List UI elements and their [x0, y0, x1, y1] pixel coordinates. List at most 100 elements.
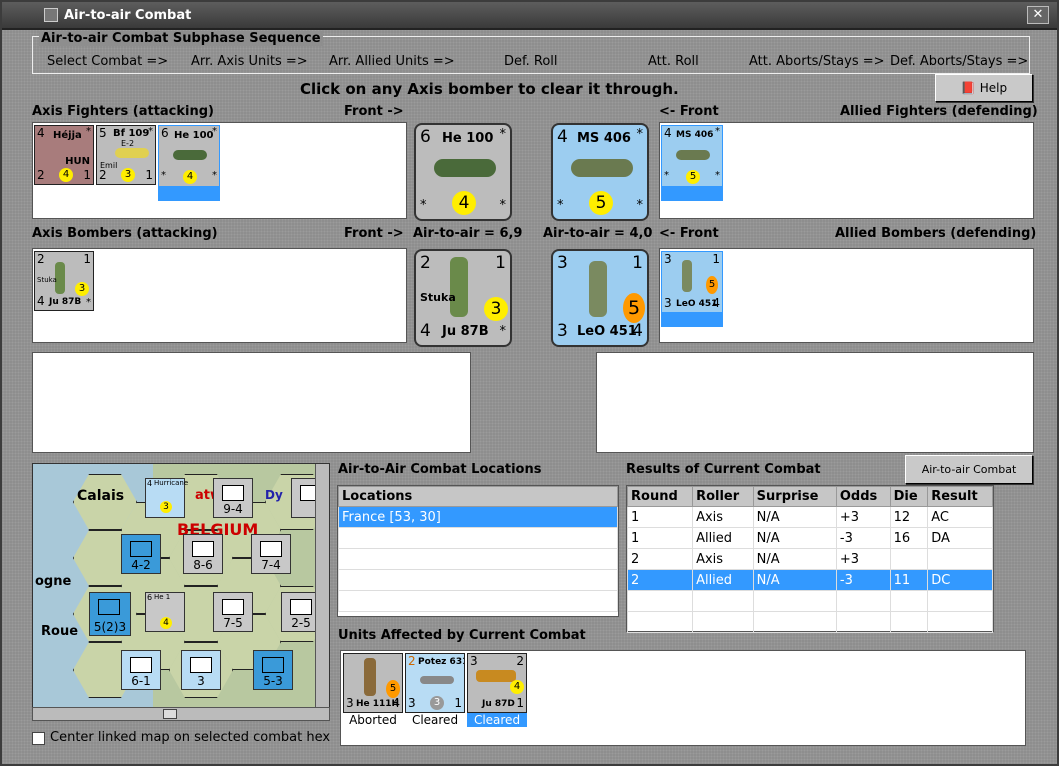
cell: 1	[626, 527, 694, 549]
counter-die: 4	[160, 617, 172, 629]
counter-tl: 2	[420, 253, 431, 273]
counter-bl: 3	[408, 696, 416, 710]
step-arr-axis: Arr. Axis Units =>	[191, 54, 308, 69]
counter-name: LeO 451	[577, 324, 637, 339]
counter-br: *	[636, 198, 644, 213]
unit-symbol	[190, 657, 212, 673]
counter-die: 5	[706, 276, 718, 294]
allied-bombers-box[interactable]: 3 1 5 3 LeO 451 4	[659, 248, 1034, 343]
cell: +3	[835, 548, 891, 570]
axis-bomber-ju87b[interactable]: 2 1 Stuka 3 4 Ju 87B *	[34, 251, 94, 311]
counter-br: 4	[712, 296, 720, 310]
counter-tr: *	[715, 126, 720, 137]
map-counter-5[interactable]: 5(2)3	[89, 592, 131, 636]
front-axis-bomber[interactable]: 2 1 Stuka 3 4 Ju 87B *	[414, 249, 512, 347]
front-axis-fighter[interactable]: 6 He 100 * * 4 *	[414, 123, 512, 221]
help-button[interactable]: 📕 Help	[935, 74, 1033, 102]
axis-fighter-hejja[interactable]: 4 Héjja * HUN 2 4 1	[34, 125, 94, 185]
counter-tl: 2	[37, 252, 45, 266]
locations-title: Air-to-Air Combat Locations	[338, 462, 542, 477]
table-row[interactable]	[626, 611, 993, 633]
location-row[interactable]	[338, 548, 618, 570]
counter-tr: 1	[712, 252, 720, 266]
table-row[interactable]: 1 Allied N/A -3 16 DA	[626, 527, 993, 549]
plane-icon	[682, 260, 692, 292]
affected-potez631[interactable]: 2 Potez 631 3 3 1	[405, 653, 465, 713]
counter-br: 1	[454, 696, 462, 710]
linked-map[interactable]: Calais ogne Roue atw Dy BELGIUM 4 Hurric…	[32, 463, 330, 709]
location-row[interactable]	[338, 590, 618, 612]
counter-name: MS 406	[577, 131, 631, 146]
map-stack-counter[interactable]: 6 He 1 4	[145, 592, 185, 632]
map-counter-3[interactable]: 8-6	[183, 534, 223, 574]
cell: N/A	[752, 569, 837, 591]
table-row[interactable]: 1 Axis N/A +3 12 AC	[626, 506, 993, 528]
counter-br: 4	[632, 321, 643, 341]
allied-fighter-ms406[interactable]: 4 MS 406 * * 5 *	[661, 125, 723, 201]
results-table[interactable]: Round Roller Surprise Odds Die Result 1A…	[626, 485, 994, 633]
counter-br: *	[86, 297, 91, 308]
combat-chart-button[interactable]: Air-to-air Combat Chart	[905, 455, 1033, 503]
map-counter-8[interactable]: 6-1	[121, 650, 161, 690]
axis-fighter-he100[interactable]: 6 He 100 * * 4 *	[158, 125, 220, 201]
counter-tl: 4	[557, 127, 568, 147]
counter-tr: 1	[632, 253, 643, 273]
axis-bombers-box[interactable]: 2 1 Stuka 3 4 Ju 87B *	[32, 248, 407, 343]
table-row[interactable]	[626, 590, 993, 612]
unit-symbol	[130, 657, 152, 673]
counter-tl: 3	[557, 253, 568, 273]
map-vertical-scrollbar[interactable]	[315, 464, 329, 708]
counter-br: *	[715, 170, 720, 181]
front-allied-bomber[interactable]: 3 1 5 3 LeO 451 4	[551, 249, 649, 347]
affected-units-box[interactable]: 5 3 He 111H 4 Aborted 2 Potez 631 3 3 1 …	[340, 650, 1026, 746]
map-place-boulogne: ogne	[35, 574, 72, 589]
affected-ju87d[interactable]: 3 2 4 Ju 87D 1	[467, 653, 527, 713]
allied-fighters-box[interactable]: 4 MS 406 * * 5 *	[659, 122, 1034, 219]
counter-value: 4-2	[131, 558, 151, 572]
map-counter-1[interactable]: 9-4	[213, 478, 253, 518]
allied-extra-box[interactable]	[596, 352, 1034, 453]
scroll-thumb[interactable]	[163, 709, 177, 719]
cell: N/A	[752, 548, 837, 570]
step-att-roll: Att. Roll	[648, 54, 699, 69]
counter-die: 3	[75, 282, 89, 296]
window-title: Air-to-air Combat	[64, 8, 192, 23]
unit-symbol	[260, 541, 282, 557]
affected-he111h[interactable]: 5 3 He 111H 4	[343, 653, 403, 713]
map-counter-9[interactable]: 3	[181, 650, 221, 690]
axis-extra-box[interactable]	[32, 352, 471, 453]
instruction-text: Click on any Axis bomber to clear it thr…	[300, 80, 679, 98]
table-row[interactable]: 2 Allied N/A -3 11 DC	[626, 569, 993, 591]
location-row[interactable]: France [53, 30]	[338, 506, 618, 528]
map-horizontal-scrollbar[interactable]	[32, 707, 330, 721]
map-counter-2[interactable]: 4-2	[121, 534, 161, 574]
counter-bl: 3	[346, 696, 354, 710]
counter-name: LeO 451	[676, 299, 718, 309]
cell: DC	[927, 569, 993, 591]
front-allied-fighter[interactable]: 4 MS 406 * * 5 *	[551, 123, 649, 221]
map-counter-4[interactable]: 7-4	[251, 534, 291, 574]
selection-bar	[159, 186, 219, 200]
map-counter-6[interactable]: 7-5	[213, 592, 253, 632]
axis-fighter-bf109[interactable]: 5 Bf 109 E-2 * Emil 2 3 1	[96, 125, 156, 185]
cell: Axis	[692, 506, 754, 528]
locations-table[interactable]: Locations France [53, 30]	[337, 485, 619, 617]
unit-symbol	[98, 599, 120, 615]
center-map-checkbox[interactable]	[32, 732, 45, 745]
allied-fighters-label: Allied Fighters (defending)	[840, 104, 1038, 119]
window-menu-icon[interactable]	[44, 8, 58, 22]
plane-icon	[115, 148, 149, 158]
col-roller: Roller	[692, 486, 754, 507]
map-air-counter[interactable]: 4 Hurricane 3	[145, 478, 188, 518]
cell: Allied	[692, 569, 754, 591]
counter-die: 3	[160, 501, 172, 513]
axis-fighters-box[interactable]: 4 Héjja * HUN 2 4 1 5 Bf 109 E-2 * Emil …	[32, 122, 407, 219]
counter-note: Stuka	[37, 276, 57, 284]
map-counter-10[interactable]: 5-3	[253, 650, 293, 690]
allied-bomber-leo451[interactable]: 3 1 5 3 LeO 451 4	[661, 251, 723, 327]
location-row[interactable]	[338, 527, 618, 549]
close-icon[interactable]: ✕	[1027, 6, 1049, 24]
counter-sub: HUN	[65, 156, 90, 167]
table-row[interactable]: 2 Axis N/A +3	[626, 548, 993, 570]
location-row[interactable]	[338, 569, 618, 591]
